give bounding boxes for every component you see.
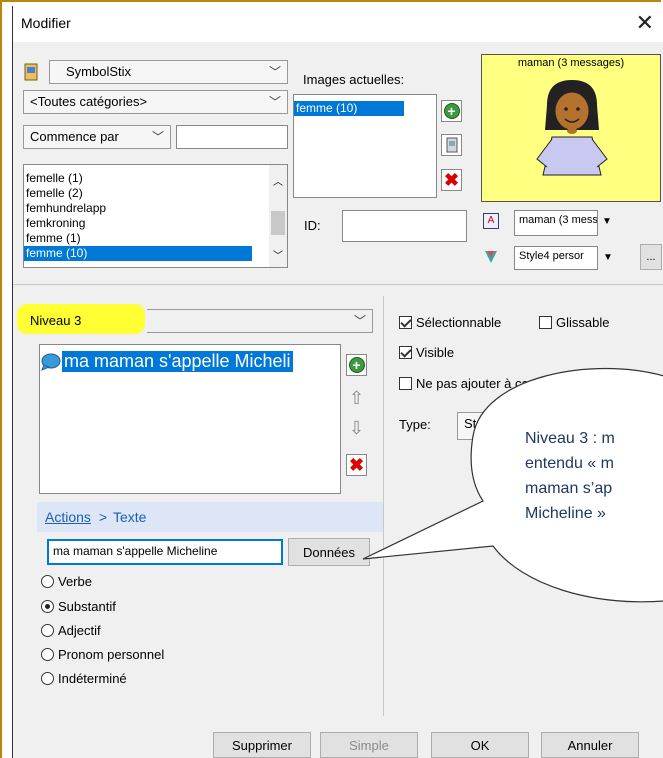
- actions-current: Texte: [113, 509, 147, 525]
- style-dropdown-icon[interactable]: ▼: [603, 252, 613, 263]
- checkbox-box: [539, 316, 552, 329]
- actions-link[interactable]: Actions: [45, 509, 91, 525]
- list-item[interactable]: femme (1): [24, 231, 287, 246]
- text-color-icon[interactable]: A: [483, 213, 499, 229]
- delete-image-button[interactable]: ✖: [441, 169, 462, 191]
- radio-circle: [41, 648, 54, 661]
- symbol-preview[interactable]: maman (3 messages): [481, 54, 661, 202]
- chevron-down-icon: ﹀: [268, 95, 281, 109]
- list-item-selected[interactable]: femme (10): [24, 246, 252, 261]
- ok-button[interactable]: OK: [431, 732, 529, 758]
- filter-select-value: Commence par: [30, 129, 119, 144]
- radio-verb[interactable]: Verbe: [41, 574, 92, 589]
- simple-button[interactable]: Simple: [320, 732, 418, 758]
- current-images-label: Images actuelles:: [303, 72, 405, 87]
- callout-line: maman s’ap: [525, 480, 613, 497]
- radio-undetermined[interactable]: Indéterminé: [41, 671, 127, 686]
- radio-circle: [41, 624, 54, 637]
- plus-icon: +: [443, 103, 460, 119]
- delete-icon: ✖: [443, 170, 460, 190]
- dialog-title: Modifier: [21, 15, 71, 31]
- add-image-button[interactable]: +: [441, 100, 462, 122]
- scrollbar[interactable]: ︿ ﹀: [269, 165, 287, 267]
- breadcrumb-separator: >: [95, 509, 111, 525]
- title-bar: Modifier ✕: [13, 6, 663, 42]
- mother-pictogram-image: [536, 80, 608, 176]
- style-icon[interactable]: [483, 249, 499, 268]
- callout-line: Niveau 3 : m: [525, 430, 615, 447]
- checkbox-box: [399, 346, 412, 359]
- radio-circle: [41, 600, 54, 613]
- library-select[interactable]: SymbolStix ﹀: [49, 60, 288, 84]
- list-item[interactable]: femelle (1): [24, 171, 287, 186]
- list-item[interactable]: femhundrelapp: [24, 201, 287, 216]
- edit-image-button[interactable]: [441, 134, 462, 156]
- radio-label: Indéterminé: [58, 671, 127, 686]
- symbol-list[interactable]: femelle (1) femelle (2) femhundrelapp fe…: [23, 164, 288, 268]
- callout-bubble: [362, 367, 663, 603]
- selectable-checkbox[interactable]: Sélectionnable: [399, 315, 501, 330]
- divider: [13, 284, 663, 285]
- style-more-button[interactable]: ...: [640, 244, 662, 270]
- close-icon[interactable]: ✕: [636, 10, 654, 36]
- image-edit-icon: [446, 137, 457, 153]
- filter-select[interactable]: Commence par ﹀: [23, 125, 171, 149]
- category-select[interactable]: <Toutes catégories> ﹀: [23, 90, 288, 114]
- chevron-down-icon: ﹀: [268, 65, 281, 79]
- chevron-down-icon[interactable]: ﹀: [273, 247, 283, 262]
- library-select-value: SymbolStix: [66, 64, 132, 79]
- callout-text: Niveau 3 : m entendu « m maman s’ap Mich…: [525, 426, 615, 526]
- checkbox-box: [399, 316, 412, 329]
- messages-list[interactable]: ma maman s'appelle Micheli: [39, 344, 341, 494]
- visible-checkbox[interactable]: Visible: [399, 345, 454, 360]
- radio-label: Adjectif: [58, 623, 101, 638]
- list-item[interactable]: femelle (2): [24, 186, 287, 201]
- delete-button[interactable]: Supprimer: [213, 732, 311, 758]
- cancel-button[interactable]: Annuler: [541, 732, 639, 758]
- label-dropdown-icon[interactable]: ▼: [602, 216, 612, 227]
- id-label: ID:: [304, 218, 321, 233]
- checkbox-label: Visible: [416, 345, 455, 360]
- speech-bubble-icon: [41, 353, 61, 371]
- radio-noun[interactable]: Substantif: [41, 599, 116, 614]
- checkbox-label: Sélectionnable: [416, 315, 502, 330]
- preview-caption: maman (3 messages): [517, 57, 625, 69]
- checkbox-label: Glissable: [556, 315, 610, 330]
- level-select-value: Niveau 3: [30, 313, 82, 328]
- radio-label: Pronom personnel: [58, 647, 165, 662]
- style-input[interactable]: Style4 persor: [514, 246, 598, 270]
- radio-circle: [41, 672, 54, 685]
- callout-line: Micheline »: [525, 505, 606, 522]
- radio-adjective[interactable]: Adjectif: [41, 623, 101, 638]
- radio-circle: [41, 575, 54, 588]
- library-icon: [23, 63, 39, 81]
- scrollbar-thumb[interactable]: [271, 211, 285, 235]
- actions-breadcrumb: Actions > Texte: [37, 502, 383, 532]
- list-item-selected[interactable]: ma maman s'appelle Micheli: [40, 351, 340, 372]
- list-item[interactable]: femkroning: [24, 216, 287, 231]
- category-select-value: <Toutes catégories>: [30, 94, 148, 109]
- label-input[interactable]: maman (3 messa: [514, 210, 598, 236]
- message-text: ma maman s'appelle Micheli: [62, 351, 293, 372]
- chevron-up-icon[interactable]: ︿: [273, 173, 283, 188]
- radio-pronoun[interactable]: Pronom personnel: [41, 647, 164, 662]
- current-images-list[interactable]: femme (10): [293, 94, 437, 198]
- radio-label: Substantif: [58, 599, 116, 614]
- radio-label: Verbe: [58, 574, 92, 589]
- modify-dialog: Modifier ✕ SymbolStix ﹀ <Toutes catégori…: [12, 6, 663, 758]
- level-select-border: [147, 309, 373, 333]
- message-text-input[interactable]: ma maman s'appelle Micheline: [47, 539, 283, 565]
- filter-search-input[interactable]: [176, 125, 288, 149]
- id-input[interactable]: [342, 210, 467, 242]
- callout-line: entendu « m: [525, 455, 614, 472]
- chevron-down-icon: ﹀: [151, 130, 164, 144]
- list-item-selected[interactable]: femme (10): [294, 101, 404, 116]
- draggable-checkbox[interactable]: Glissable: [539, 315, 609, 330]
